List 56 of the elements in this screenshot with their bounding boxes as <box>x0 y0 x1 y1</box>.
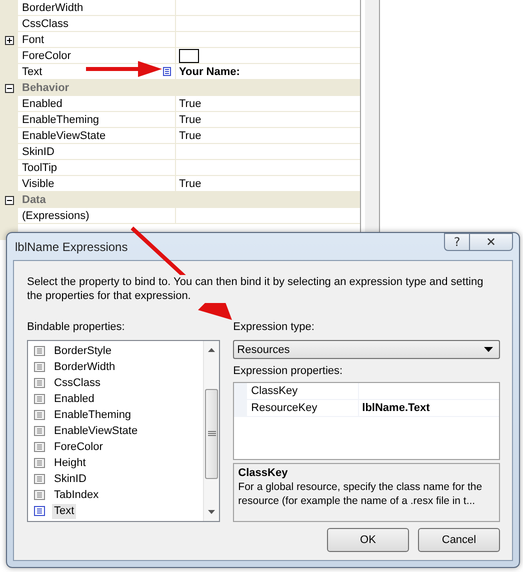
property-name: EnableViewState <box>22 130 106 142</box>
property-name: CssClass <box>22 18 68 30</box>
property-name: Text <box>22 66 42 78</box>
list-item[interactable]: CssClass <box>52 376 102 390</box>
help-button[interactable]: ? <box>444 233 470 251</box>
collapse-icon[interactable] <box>4 84 14 92</box>
help-title: ClassKey <box>238 466 289 480</box>
expand-icon[interactable] <box>4 36 14 44</box>
list-item[interactable]: TabIndex <box>52 488 101 502</box>
collapse-icon[interactable] <box>4 196 14 204</box>
list-item[interactable]: Enabled <box>52 392 96 406</box>
list-item[interactable]: EnableViewState <box>52 424 140 438</box>
ok-button[interactable]: OK <box>327 528 409 552</box>
property-name: Visible <box>22 178 54 190</box>
category-label: Data <box>21 194 46 206</box>
binding-icon <box>163 67 171 76</box>
property-name: ClassKey <box>251 385 298 397</box>
property-value: True <box>179 130 202 142</box>
scroll-down-icon[interactable] <box>207 509 216 515</box>
list-item[interactable]: SkinID <box>52 472 88 486</box>
property-name: EnableTheming <box>22 114 100 126</box>
property-name: Font <box>22 34 44 46</box>
list-item[interactable]: ForeColor <box>52 440 105 454</box>
color-swatch <box>179 48 199 62</box>
property-name: SkinID <box>22 146 54 158</box>
list-item[interactable]: BorderWidth <box>52 360 118 374</box>
property-name: ToolTip <box>22 162 58 174</box>
property-value[interactable]: lblName.Text <box>362 402 430 414</box>
bindable-properties-label: Bindable properties: <box>27 321 126 334</box>
property-name: ResourceKey <box>251 402 318 414</box>
close-button[interactable]: ✕ <box>470 233 513 251</box>
property-value: True <box>179 178 202 190</box>
dropdown-icon <box>484 347 493 352</box>
expression-properties-label: Expression properties: <box>233 365 344 378</box>
property-name: ForeColor <box>22 50 71 62</box>
list-item[interactable]: Text <box>52 504 76 518</box>
property-name: Enabled <box>22 98 62 110</box>
window-title: lblName Expressions <box>14 240 128 254</box>
scroll-thumb[interactable] <box>205 389 218 479</box>
scrollbar[interactable] <box>203 341 220 521</box>
property-name: (Expressions) <box>22 210 90 222</box>
properties-list[interactable]: BorderStyle BorderWidth CssClass Enabled EnableTheming EnableViewState ForeColor Height SkinID TabIndex Text <box>27 340 220 522</box>
grip-icon <box>208 431 216 437</box>
expression-type-dropdown[interactable]: Resources <box>233 340 500 359</box>
list-item[interactable]: Height <box>52 456 88 470</box>
cancel-button[interactable]: Cancel <box>418 528 500 552</box>
property-value: True <box>179 98 202 110</box>
category-label: Behavior <box>21 82 70 94</box>
list-item[interactable]: BorderStyle <box>52 344 114 358</box>
property-value: True <box>179 114 202 126</box>
help-text: For a global resource, specify the class name for the resource (for example the name of a .resx file in t... <box>238 480 484 508</box>
property-value: Your Name: <box>179 66 240 78</box>
scroll-up-icon[interactable] <box>207 347 216 353</box>
property-name: BorderWidth <box>22 2 84 14</box>
list-item[interactable]: EnableTheming <box>52 408 134 422</box>
expression-type-label: Expression type: <box>233 321 316 334</box>
